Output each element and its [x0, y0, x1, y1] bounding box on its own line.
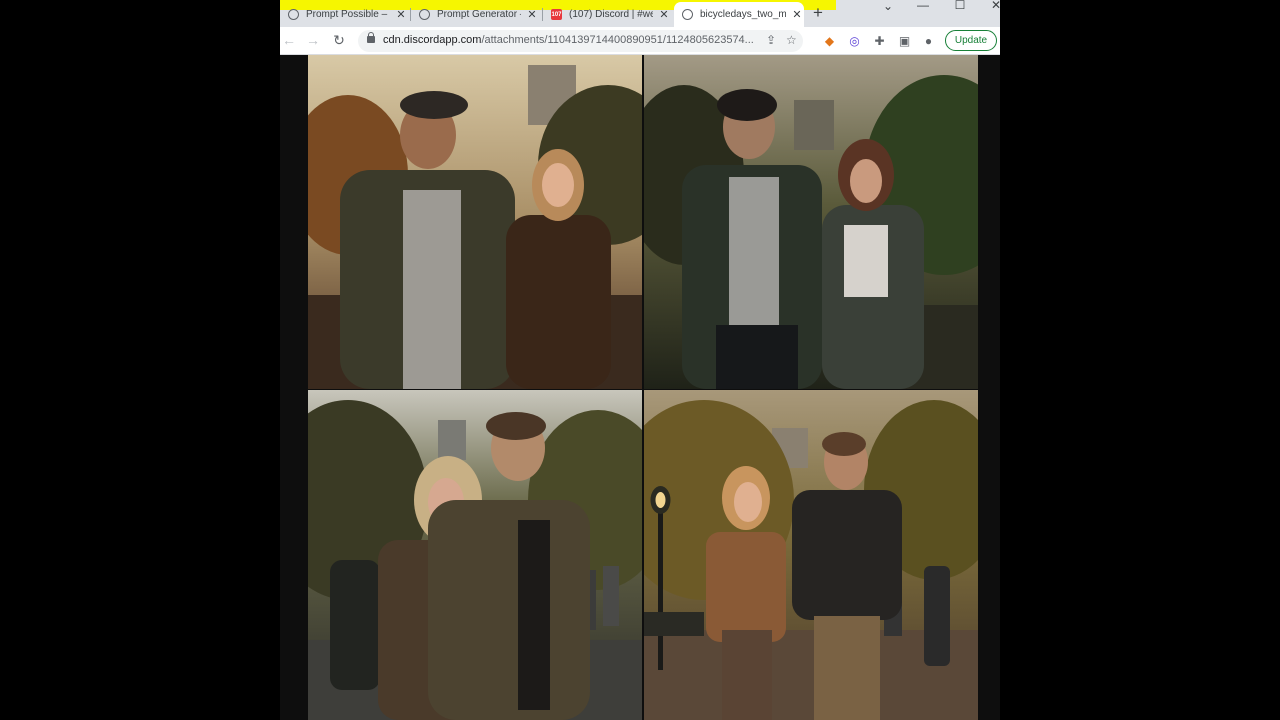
tab-title: (107) Discord | #we — [569, 9, 653, 20]
share-icon[interactable]: ⇪ — [766, 33, 776, 47]
extensions-puzzle-icon[interactable]: ✚ — [871, 32, 888, 49]
extension-circle-icon[interactable]: ◎ — [846, 32, 863, 49]
page-content — [280, 55, 1000, 720]
close-icon[interactable]: ✕ — [790, 8, 804, 21]
reload-icon[interactable]: ↻ — [330, 32, 348, 49]
forward-icon[interactable]: → — [304, 32, 322, 48]
tab-prompt-generator[interactable]: Prompt Generator – ✕ — [411, 2, 539, 27]
url-host: cdn.discordapp.com — [383, 34, 482, 46]
photo-couple-top-right — [644, 55, 978, 389]
minimize-icon[interactable]: — — [911, 0, 935, 11]
browser-window: Prompt Possible – F ✕ Prompt Generator –… — [280, 0, 1000, 720]
photo-couple-top-left — [308, 55, 642, 389]
lock-icon — [367, 32, 375, 43]
side-panel-icon[interactable]: ▣ — [896, 32, 913, 49]
bookmark-star-icon[interactable]: ☆ — [786, 33, 797, 47]
globe-icon — [288, 9, 299, 20]
tab-discord[interactable]: 107 (107) Discord | #we ✕ — [543, 2, 671, 27]
tab-title: Prompt Generator – — [437, 9, 521, 20]
metamask-icon[interactable]: ◆ — [821, 32, 838, 49]
back-icon[interactable]: ← — [280, 32, 298, 48]
globe-icon — [682, 9, 693, 20]
maximize-icon[interactable]: ☐ — [948, 0, 972, 11]
tab-strip: Prompt Possible – F ✕ Prompt Generator –… — [280, 0, 1000, 27]
close-icon[interactable]: ✕ — [657, 8, 671, 21]
tab-bicycledays[interactable]: bicycledays_two_m ✕ — [674, 2, 804, 27]
profile-avatar-icon[interactable]: ● — [920, 32, 937, 49]
close-icon[interactable]: ✕ — [394, 8, 408, 21]
url-path: /attachments/1104139714400890951/1124805… — [481, 34, 754, 46]
tab-prompt-possible[interactable]: Prompt Possible – F ✕ — [280, 2, 408, 27]
close-icon[interactable]: ✕ — [525, 8, 539, 21]
image-grid — [308, 55, 978, 720]
close-window-icon[interactable]: ✕ — [984, 0, 1000, 11]
tab-title: Prompt Possible – F — [306, 9, 390, 20]
url-text[interactable]: cdn.discordapp.com/attachments/110413971… — [383, 34, 754, 46]
browser-toolbar: ← → ↻ cdn.discordapp.com/attachments/110… — [280, 27, 1000, 55]
tab-title: bicycledays_two_m — [700, 9, 786, 20]
globe-icon — [419, 9, 430, 20]
photo-couple-bottom-right — [644, 390, 978, 720]
new-tab-button[interactable]: + — [813, 3, 823, 23]
update-button[interactable]: Update — [945, 30, 997, 51]
discord-icon: 107 — [551, 9, 562, 20]
tab-search-icon[interactable]: ⌄ — [876, 0, 900, 12]
address-bar[interactable]: cdn.discordapp.com/attachments/110413971… — [358, 30, 803, 52]
photo-couple-bottom-left — [308, 390, 642, 720]
